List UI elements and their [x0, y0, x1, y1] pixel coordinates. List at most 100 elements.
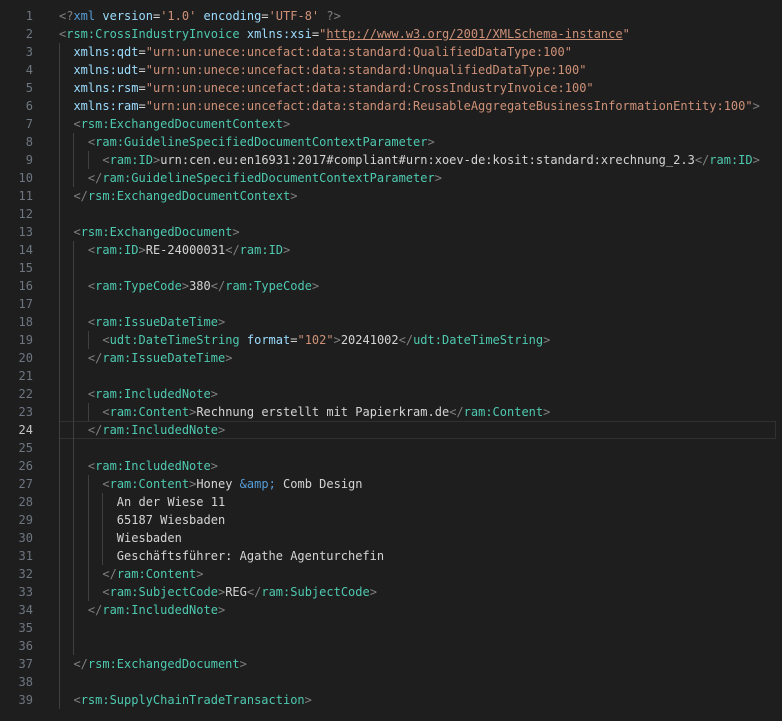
code-line[interactable]: 19 <udt:DateTimeString format="102">2024…	[0, 331, 782, 349]
code-token: >	[210, 387, 218, 401]
code-text: <ram:IssueDateTime>	[59, 315, 225, 329]
code-line[interactable]: 11 </rsm:ExchangedDocumentContext>	[0, 187, 782, 205]
code-token: ram:IncludedNote	[102, 423, 218, 437]
line-content: </ram:GuidelineSpecifiedDocumentContextP…	[59, 169, 782, 187]
code-token: <	[73, 117, 81, 131]
code-line[interactable]: 3 xmlns:qdt="urn:un:unece:uncefact:data:…	[0, 43, 782, 61]
code-line[interactable]: 37 </rsm:ExchangedDocument>	[0, 655, 782, 673]
code-token: <	[73, 225, 81, 239]
code-token: udt:DateTimeString	[109, 333, 240, 347]
line-content: <ram:SubjectCode>REG</ram:SubjectCode>	[59, 583, 782, 601]
code-line[interactable]: 21	[0, 367, 782, 385]
line-number: 25	[18, 441, 33, 455]
code-line[interactable]: 36	[0, 637, 782, 655]
code-token: >	[427, 135, 435, 149]
code-line[interactable]: 23 <ram:Content>Rechnung erstellt mit Pa…	[0, 403, 782, 421]
code-token: </	[87, 603, 103, 617]
code-text: 65187 Wiesbaden	[59, 513, 225, 527]
code-line[interactable]: 22 <ram:IncludedNote>	[0, 385, 782, 403]
code-token: >	[217, 603, 226, 617]
code-token: 20241002	[340, 333, 399, 347]
code-text: xmlns:udt="urn:un:unece:uncefact:data:st…	[59, 63, 586, 77]
code-token: >	[304, 693, 312, 707]
code-token: =	[138, 99, 146, 113]
code-line[interactable]: 33 <ram:SubjectCode>REG</ram:SubjectCode…	[0, 583, 782, 601]
code-line[interactable]: 32 </ram:Content>	[0, 565, 782, 583]
code-token: format	[246, 333, 291, 347]
code-line[interactable]: 9 <ram:ID>urn:cen.eu:en16931:2017#compli…	[0, 151, 782, 169]
line-number: 34	[18, 603, 33, 617]
code-line[interactable]: 10 </ram:GuidelineSpecifiedDocumentConte…	[0, 169, 782, 187]
code-token: ram:SubjectCode	[109, 585, 218, 599]
code-token: ram:Content	[463, 405, 544, 419]
code-line[interactable]: 26 <ram:IncludedNote>	[0, 457, 782, 475]
code-line[interactable]: 18 <ram:IssueDateTime>	[0, 313, 782, 331]
code-token[interactable]: http://www.w3.org/2001/XMLSchema-instanc…	[326, 27, 622, 41]
code-token: ram:IssueDateTime	[102, 351, 226, 365]
line-content: xmlns:ram="urn:un:unece:uncefact:data:st…	[59, 97, 782, 115]
code-line[interactable]: 17	[0, 295, 782, 313]
code-line[interactable]: 27 <ram:Content>Honey &amp; Comb Design	[0, 475, 782, 493]
code-token: 65187 Wiesbaden	[116, 513, 226, 527]
line-content: <ram:ID>urn:cen.eu:en16931:2017#complian…	[59, 151, 782, 169]
code-line[interactable]: 39 <rsm:SupplyChainTradeTransaction>	[0, 691, 782, 709]
code-line[interactable]: 2 <rsm:CrossIndustryInvoice xmlns:xsi="ht…	[0, 25, 782, 43]
code-line[interactable]: 35	[0, 619, 782, 637]
code-token: >	[311, 279, 320, 293]
line-number: 39	[18, 693, 33, 707]
code-token: rsm:CrossIndustryInvoice	[66, 27, 240, 41]
line-content: <ram:IncludedNote>	[59, 385, 782, 403]
code-line[interactable]: 24 </ram:IncludedNote>	[0, 421, 782, 439]
code-token: >	[369, 585, 377, 599]
code-line[interactable]: 14 <ram:ID>RE-24000031</ram:ID>	[0, 241, 782, 259]
line-content: <ram:GuidelineSpecifiedDocumentContextPa…	[59, 133, 782, 151]
code-token: RE-24000031	[145, 243, 226, 257]
code-token: ram:GuidelineSpecifiedDocumentContextPar…	[102, 171, 435, 185]
code-line[interactable]: 13 <rsm:ExchangedDocument>	[0, 223, 782, 241]
line-content: </rsm:ExchangedDocumentContext>	[59, 187, 782, 205]
code-token: Rechnung erstellt mit Papierkram.de	[196, 405, 450, 419]
code-token: <	[102, 153, 110, 167]
line-number: 11	[18, 189, 33, 203]
code-token: ram:SubjectCode	[261, 585, 370, 599]
code-line[interactable]: 25	[0, 439, 782, 457]
code-line[interactable]: 30 Wiesbaden	[0, 529, 782, 547]
code-line[interactable]: 4 xmlns:udt="urn:un:unece:uncefact:data:…	[0, 61, 782, 79]
code-token: >	[196, 567, 204, 581]
code-text: xmlns:qdt="urn:un:unece:uncefact:data:st…	[59, 45, 572, 59]
code-editor[interactable]: 1 <?xml version='1.0' encoding='UTF-8' ?>…	[0, 0, 782, 721]
code-line[interactable]: 16 <ram:TypeCode>380</ram:TypeCode>	[0, 277, 782, 295]
code-line[interactable]: 7 <rsm:ExchangedDocumentContext>	[0, 115, 782, 133]
code-line[interactable]: 12	[0, 205, 782, 223]
code-line[interactable]: 38	[0, 673, 782, 691]
line-content: <rsm:SupplyChainTradeTransaction>	[59, 691, 782, 709]
code-line[interactable]: 29 65187 Wiesbaden	[0, 511, 782, 529]
line-content: <udt:DateTimeString format="102">2024100…	[59, 331, 782, 349]
line-content: </ram:IssueDateTime>	[59, 349, 782, 367]
code-line[interactable]: 28 An der Wiese 11	[0, 493, 782, 511]
code-line[interactable]: 5 xmlns:rsm="urn:un:unece:uncefact:data:…	[0, 79, 782, 97]
code-line[interactable]: 20 </ram:IssueDateTime>	[0, 349, 782, 367]
code-line[interactable]: 8 <ram:GuidelineSpecifiedDocumentContext…	[0, 133, 782, 151]
code-line[interactable]: 15	[0, 259, 782, 277]
code-line[interactable]: 31 Geschäftsführer: Agathe Agenturchefin	[0, 547, 782, 565]
code-line[interactable]: 1 <?xml version='1.0' encoding='UTF-8' ?>	[0, 7, 782, 25]
code-token: "102"	[297, 333, 334, 347]
code-text: Geschäftsführer: Agathe Agenturchefin	[59, 549, 384, 563]
code-token: =	[261, 9, 269, 23]
code-text: xmlns:ram="urn:un:unece:uncefact:data:st…	[59, 99, 760, 113]
line-number: 1	[25, 9, 33, 23]
code-token: ram:ID	[95, 243, 139, 257]
code-line[interactable]: 34 </ram:IncludedNote>	[0, 601, 782, 619]
code-token: >	[752, 99, 760, 113]
line-number: 22	[18, 387, 33, 401]
code-text: <?xml version='1.0' encoding='UTF-8' ?>	[59, 9, 341, 23]
line-number: 4	[25, 63, 33, 77]
line-number: 16	[18, 279, 33, 293]
line-content: </ram:IncludedNote>	[59, 601, 782, 619]
line-number: 29	[18, 513, 33, 527]
code-line[interactable]: 6 xmlns:ram="urn:un:unece:uncefact:data:…	[0, 97, 782, 115]
